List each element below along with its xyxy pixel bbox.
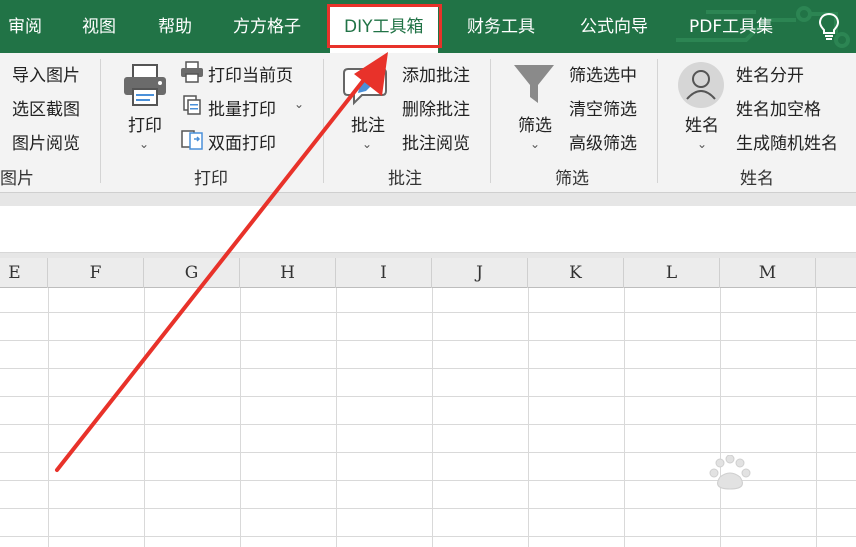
tab-view[interactable]: 视图 <box>82 0 116 53</box>
advanced-filter-button[interactable]: 高级筛选 <box>569 129 637 154</box>
batch-print-dropdown-chevron-icon[interactable]: ⌄ <box>294 97 304 111</box>
group-label-name: 姓名 <box>740 169 774 189</box>
ribbon-bottom-strip <box>0 192 856 206</box>
funnel-icon <box>514 65 554 103</box>
group-label-print: 打印 <box>194 169 228 189</box>
add-comment-button[interactable]: 添加批注 <box>402 61 470 86</box>
formula-bar[interactable] <box>0 206 856 258</box>
column-header-h[interactable]: H <box>240 258 336 288</box>
ribbon-tab-bar: 审阅 视图 帮助 方方格子 DIY工具箱 财务工具 公式向导 PDF工具集 <box>0 0 856 53</box>
comment-icon <box>343 65 387 106</box>
print-dropdown-chevron-icon[interactable]: ⌄ <box>139 137 149 151</box>
column-header-i[interactable]: I <box>336 258 432 288</box>
random-name-button[interactable]: 生成随机姓名 <box>736 129 838 154</box>
column-header-g[interactable]: G <box>144 258 240 288</box>
worksheet-grid[interactable] <box>0 288 856 547</box>
group-label-image: 图片 <box>0 169 34 189</box>
tab-pdf-tools[interactable]: PDF工具集 <box>689 0 773 53</box>
person-avatar-icon <box>678 62 724 108</box>
name-button[interactable]: 姓名 <box>685 111 719 136</box>
region-screenshot-button[interactable]: 选区截图 <box>12 95 80 120</box>
tab-formula-wizard[interactable]: 公式向导 <box>580 0 648 53</box>
tab-diy-toolbox[interactable]: DIY工具箱 <box>330 4 438 53</box>
tab-review[interactable]: 审阅 <box>8 0 42 53</box>
split-name-button[interactable]: 姓名分开 <box>736 61 804 86</box>
duplex-print-button[interactable]: 双面打印 <box>208 129 276 154</box>
filter-selected-button[interactable]: 筛选选中 <box>569 61 637 86</box>
column-header-j[interactable]: J <box>432 258 528 288</box>
name-dropdown-chevron-icon[interactable]: ⌄ <box>697 137 707 151</box>
group-separator <box>490 59 491 183</box>
group-separator <box>657 59 658 183</box>
group-separator <box>323 59 324 183</box>
tab-fangfang[interactable]: 方方格子 <box>233 0 301 53</box>
filter-dropdown-chevron-icon[interactable]: ⌄ <box>530 137 540 151</box>
import-image-button[interactable]: 导入图片 <box>12 61 80 86</box>
column-headers: E F G H I J K L M <box>0 258 856 288</box>
view-comments-button[interactable]: 批注阅览 <box>402 129 470 154</box>
printer-icon <box>124 64 166 106</box>
delete-comment-button[interactable]: 删除批注 <box>402 95 470 120</box>
column-header-e[interactable]: E <box>0 258 48 288</box>
column-header-m[interactable]: M <box>720 258 816 288</box>
image-viewer-button[interactable]: 图片阅览 <box>12 129 80 154</box>
group-separator <box>100 59 101 183</box>
duplex-print-icon <box>181 130 203 150</box>
print-page-icon <box>181 61 203 83</box>
lightbulb-icon[interactable] <box>818 12 840 40</box>
group-label-comment: 批注 <box>388 169 422 189</box>
group-label-filter: 筛选 <box>555 169 589 189</box>
print-button[interactable]: 打印 <box>128 111 162 136</box>
filter-button[interactable]: 筛选 <box>518 111 552 136</box>
print-current-page-button[interactable]: 打印当前页 <box>208 61 293 86</box>
tab-finance[interactable]: 财务工具 <box>467 0 535 53</box>
clear-filter-button[interactable]: 清空筛选 <box>569 95 637 120</box>
column-header-k[interactable]: K <box>528 258 624 288</box>
column-header-f[interactable]: F <box>48 258 144 288</box>
name-add-space-button[interactable]: 姓名加空格 <box>736 95 821 120</box>
ribbon-panel: 导入图片 选区截图 图片阅览 图片 打印 ⌄ 打印当前页 批量打印 ⌄ 双面打印… <box>0 53 856 192</box>
column-header-l[interactable]: L <box>624 258 720 288</box>
tab-help[interactable]: 帮助 <box>158 0 192 53</box>
comment-dropdown-chevron-icon[interactable]: ⌄ <box>362 137 372 151</box>
batch-print-icon <box>183 95 201 115</box>
batch-print-button[interactable]: 批量打印 <box>208 95 276 120</box>
comment-button[interactable]: 批注 <box>351 111 385 136</box>
